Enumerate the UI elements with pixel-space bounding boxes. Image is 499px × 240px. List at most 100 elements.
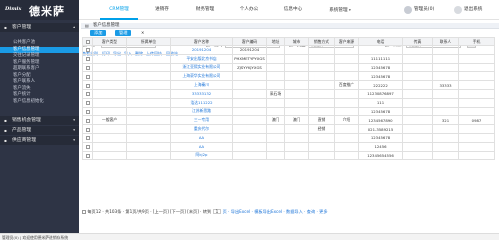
- header-name[interactable]: 客户名称: [170, 37, 233, 46]
- logout-link[interactable]: 退出系统: [464, 0, 482, 20]
- cell-name[interactable]: 重庆代尔: [170, 124, 233, 134]
- cell-name[interactable]: AA: [170, 132, 233, 143]
- row-checkbox[interactable]: [85, 83, 90, 88]
- topnav-inventory[interactable]: 进销存: [146, 0, 178, 20]
- table-row[interactable]: AA 12456: [82, 141, 495, 152]
- row-checkbox[interactable]: [85, 136, 90, 141]
- pager-summary[interactable]: 每页12 · 共103条 · 第1页/共9页 · [上一页] [下一页] [末页…: [87, 209, 211, 214]
- page-jump-input[interactable]: 1: [212, 209, 222, 214]
- sidebar-item-overdue[interactable]: 超期联系客户: [0, 66, 79, 72]
- sidebar-section-sales[interactable]: ▪ 销售机会管理 ▾: [0, 116, 79, 125]
- sidebar-item-public-pool[interactable]: 公共客户池: [0, 40, 79, 46]
- sidebar-section-supplier[interactable]: ▪ 供应商管理 ▾: [0, 136, 79, 145]
- sidebar-section-product[interactable]: ▪ 产品管理 ▾: [0, 126, 79, 135]
- row-checkbox[interactable]: [85, 118, 90, 123]
- cell-name[interactable]: 三一专用: [170, 115, 233, 126]
- row-checkbox[interactable]: [85, 101, 90, 106]
- cell-select[interactable]: [82, 45, 93, 55]
- checkbox[interactable]: [85, 40, 90, 44]
- topnav-office[interactable]: 个人办公: [230, 0, 268, 20]
- topnav-info[interactable]: 信息中心: [274, 0, 312, 20]
- table-row[interactable]: 上海豪华实业有限公司 12345678: [82, 71, 495, 82]
- sidebar-item-customer-service[interactable]: 客户服务管理: [0, 60, 79, 66]
- cell-name[interactable]: 浩达111222: [170, 97, 233, 108]
- row-checkbox[interactable]: [85, 153, 90, 158]
- sidebar-item-churn[interactable]: 客户流失: [0, 86, 79, 92]
- select-all-checkbox[interactable]: [82, 210, 86, 214]
- table-row[interactable]: 一般客户 三一专用 澳门 澳门 直销 介绍 1234567890 321 0987: [82, 115, 495, 126]
- sidebar-item-init[interactable]: 客户信息初始化: [0, 99, 79, 105]
- close-icon[interactable]: ✕: [141, 30, 144, 35]
- table-row[interactable]: 33333132 采石场 11230876897: [82, 88, 495, 99]
- cell-address: [266, 132, 285, 143]
- header-contact[interactable]: 联系人: [432, 37, 459, 46]
- cell-select[interactable]: [82, 97, 93, 108]
- cell-select[interactable]: [82, 106, 93, 117]
- row-checkbox[interactable]: [85, 92, 90, 97]
- cell-select[interactable]: [82, 88, 93, 99]
- cell-name[interactable]: 上海豪华实业有限公司: [170, 71, 233, 82]
- table-row[interactable]: 20191204 20191204: [82, 45, 495, 55]
- user-avatar[interactable]: [404, 6, 412, 14]
- header-phone[interactable]: 电话: [358, 37, 403, 46]
- row-checkbox[interactable]: [85, 48, 90, 53]
- header-source[interactable]: 客户来源: [334, 37, 359, 46]
- cell-name[interactable]: 上海秦川: [170, 80, 233, 90]
- cell-select[interactable]: [82, 80, 93, 90]
- cell-select[interactable]: [82, 53, 93, 64]
- pager-actions[interactable]: 页 · 导出Excel · 模板导出Excel · 数据导入 · 查询 · 更多: [223, 209, 328, 214]
- cell-select[interactable]: [82, 141, 93, 152]
- sidebar-item-customer-info[interactable]: 客户信息管理: [0, 46, 79, 53]
- header-select[interactable]: [82, 37, 93, 46]
- sidebar-item-stats[interactable]: 客户统计: [0, 92, 79, 98]
- row-checkbox[interactable]: [85, 57, 90, 62]
- cell-name[interactable]: AA: [170, 141, 233, 152]
- header-mobile[interactable]: 手机: [458, 37, 495, 46]
- row-checkbox[interactable]: [85, 145, 90, 150]
- row-checkbox[interactable]: [85, 127, 90, 132]
- cell-select[interactable]: [82, 71, 93, 82]
- header-sales-method[interactable]: 销售方式: [308, 37, 335, 46]
- header-code[interactable]: 客户编码: [232, 37, 267, 46]
- cell-name[interactable]: 平安出版北京书店: [170, 53, 233, 64]
- header-address[interactable]: 地址: [266, 37, 285, 46]
- table-row[interactable]: 浩达111222 111: [82, 97, 495, 108]
- sidebar-item-assign[interactable]: 客户分配: [0, 73, 79, 79]
- sidebar-item-contact-records[interactable]: 交往记录管理: [0, 53, 79, 59]
- header-unit[interactable]: 所属单位: [126, 37, 171, 46]
- topnav-system[interactable]: 系统管理 ▾: [318, 0, 362, 20]
- sidebar-item-contacts[interactable]: 客户联系人: [0, 79, 79, 85]
- add-button[interactable]: 添加: [90, 30, 107, 36]
- header-type[interactable]: 客户类型: [92, 37, 127, 46]
- header-city[interactable]: 城市: [284, 37, 309, 46]
- user-label[interactable]: 管理员(0): [414, 0, 434, 20]
- topnav-finance[interactable]: 财务管理: [186, 0, 224, 20]
- cell-select[interactable]: [82, 115, 93, 126]
- cell-name[interactable]: 江苏新思路: [170, 106, 233, 117]
- cell-select[interactable]: [82, 150, 93, 161]
- cell-select[interactable]: [82, 132, 93, 143]
- row-checkbox[interactable]: [85, 109, 90, 114]
- table-row[interactable]: 上海秦川 百度推广 222222 33333: [82, 80, 495, 90]
- cell-name[interactable]: 20191204: [170, 45, 233, 55]
- logout-icon[interactable]: [454, 6, 462, 14]
- table-row[interactable]: 浙江亚熙实业有限公司 ZJSYYKJYXGS 12345678: [82, 62, 495, 73]
- topnav-crm[interactable]: CRM管理: [100, 0, 138, 20]
- table-row[interactable]: 江苏新思路 12345678: [82, 106, 495, 117]
- cell-name[interactable]: 33333132: [170, 88, 233, 99]
- header-fax[interactable]: 传真: [402, 37, 433, 46]
- cell-unit: [126, 141, 171, 152]
- cell-select[interactable]: [82, 124, 93, 134]
- row-checkbox[interactable]: [85, 65, 90, 70]
- cell-name[interactable]: 浙江亚熙实业有限公司: [170, 62, 233, 73]
- row-checkbox[interactable]: [85, 74, 90, 79]
- table-row[interactable]: AA 12345678: [82, 132, 495, 143]
- cell-name[interactable]: 阿kj2p: [170, 150, 233, 161]
- top-bar: Dimix 德米萨 CRM管理 进销存 财务管理 个人办公 信息中心 系统管理 …: [0, 0, 499, 20]
- manage-button[interactable]: 管理: [115, 30, 132, 36]
- table-row[interactable]: 阿kj2p 12345654556: [82, 150, 495, 161]
- table-row[interactable]: 重庆代尔 经销 021-3589215: [82, 124, 495, 134]
- cell-select[interactable]: [82, 62, 93, 73]
- table-row[interactable]: 平安出版北京书店 PHXMETYPYXGS 11111111: [82, 53, 495, 64]
- sidebar-section-customer[interactable]: ▪ 客户管理 ▴: [0, 23, 79, 32]
